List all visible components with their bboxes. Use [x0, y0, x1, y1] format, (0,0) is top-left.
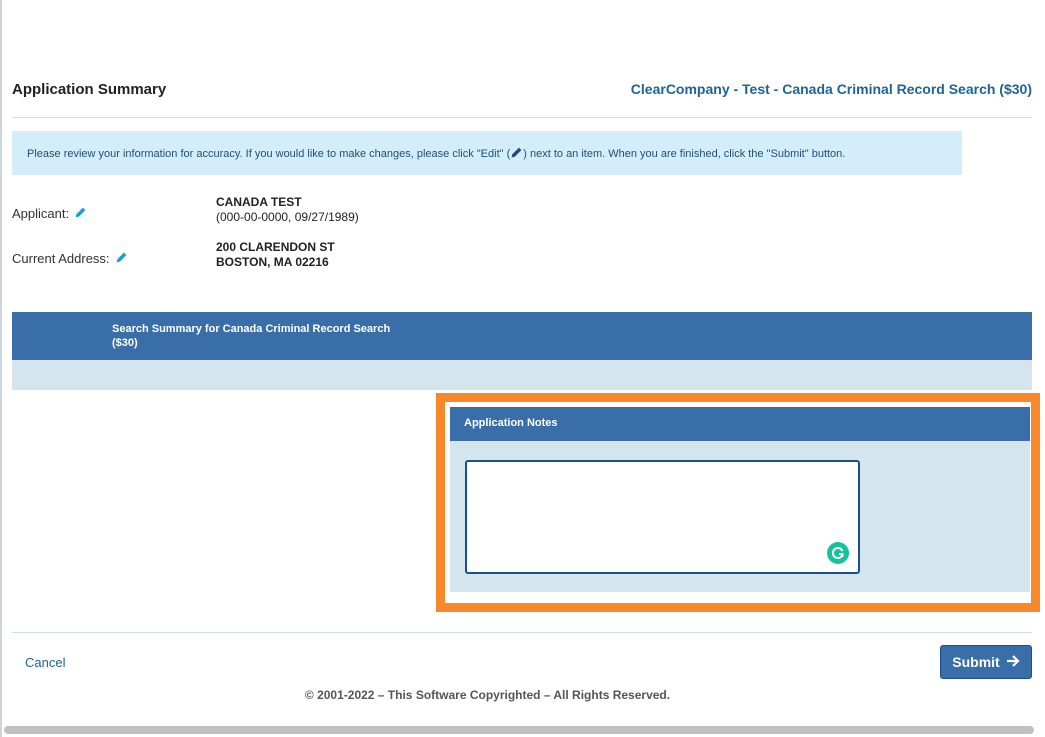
- address-line2: BOSTON, MA 02216: [216, 255, 329, 269]
- info-text-end: ) next to an item. When you are finished…: [523, 148, 846, 160]
- search-summary-header: Search Summary for Canada Criminal Recor…: [12, 312, 1032, 360]
- applicant-name: CANADA TEST: [216, 195, 302, 209]
- address-line1: 200 CLARENDON ST: [216, 240, 335, 254]
- applicant-label: Applicant:: [12, 206, 70, 221]
- order-title: ClearCompany - Test - Canada Criminal Re…: [630, 81, 1032, 97]
- address-value: 200 CLARENDON ST BOSTON, MA 02216: [216, 240, 335, 270]
- application-notes-title: Application Notes: [464, 417, 558, 429]
- applicant-label-group: Applicant:: [12, 206, 87, 222]
- edit-address-pencil-icon[interactable]: [115, 251, 128, 267]
- window-border: [0, 0, 2, 737]
- footer-divider: [12, 632, 1032, 633]
- cancel-link[interactable]: Cancel: [25, 655, 65, 670]
- edit-applicant-pencil-icon[interactable]: [74, 206, 87, 222]
- info-text-start: Please review your information for accur…: [27, 148, 511, 160]
- arrow-right-icon: [1006, 654, 1020, 671]
- applicant-details: (000-00-0000, 09/27/1989): [216, 210, 359, 224]
- page-title: Application Summary: [12, 81, 167, 98]
- pencil-icon: [510, 146, 523, 162]
- submit-label: Submit: [952, 654, 1000, 670]
- copyright-text: © 2001-2022 – This Software Copyrighted …: [304, 688, 671, 702]
- horizontal-scrollbar[interactable]: [4, 726, 1034, 734]
- search-summary-body: [12, 360, 1032, 390]
- application-notes-textarea[interactable]: [465, 460, 860, 574]
- info-message: Please review your information for accur…: [12, 131, 962, 175]
- submit-button[interactable]: Submit: [940, 645, 1032, 679]
- header-divider: [12, 117, 1032, 118]
- application-notes-panel: Application Notes: [450, 407, 1030, 592]
- address-label: Current Address:: [12, 251, 110, 266]
- applicant-value: CANADA TEST (000-00-0000, 09/27/1989): [216, 195, 359, 225]
- grammarly-icon[interactable]: [827, 542, 849, 564]
- search-summary-title: Search Summary for Canada Criminal Recor…: [112, 323, 391, 349]
- address-label-group: Current Address:: [12, 251, 128, 267]
- application-notes-header: Application Notes: [450, 407, 1030, 441]
